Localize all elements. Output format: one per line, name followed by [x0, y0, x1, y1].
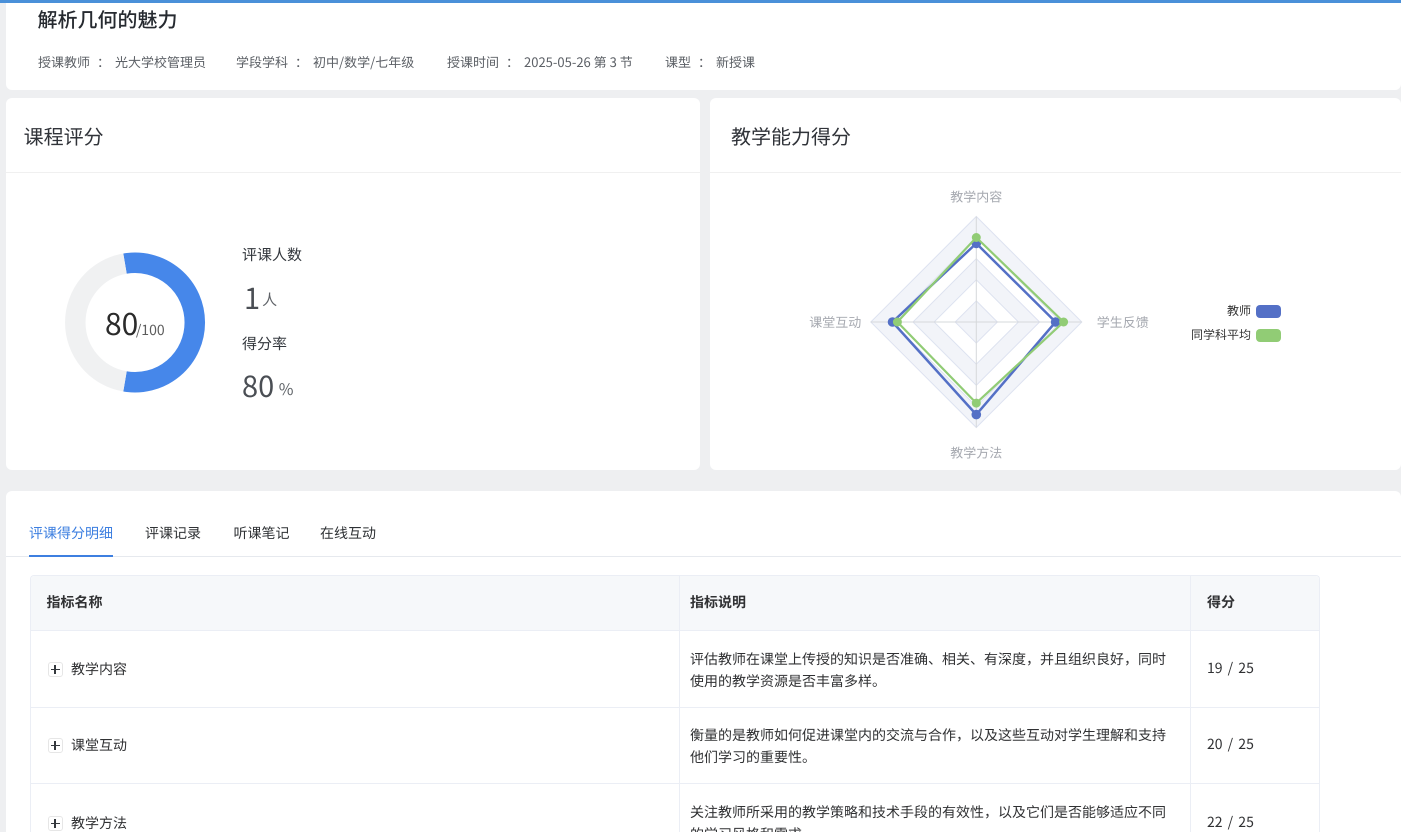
svg-text:教学方法: 教学方法: [950, 443, 1002, 462]
svg-text:教学内容: 教学内容: [950, 186, 1002, 205]
svg-text:课堂互动: 课堂互动: [809, 312, 861, 331]
